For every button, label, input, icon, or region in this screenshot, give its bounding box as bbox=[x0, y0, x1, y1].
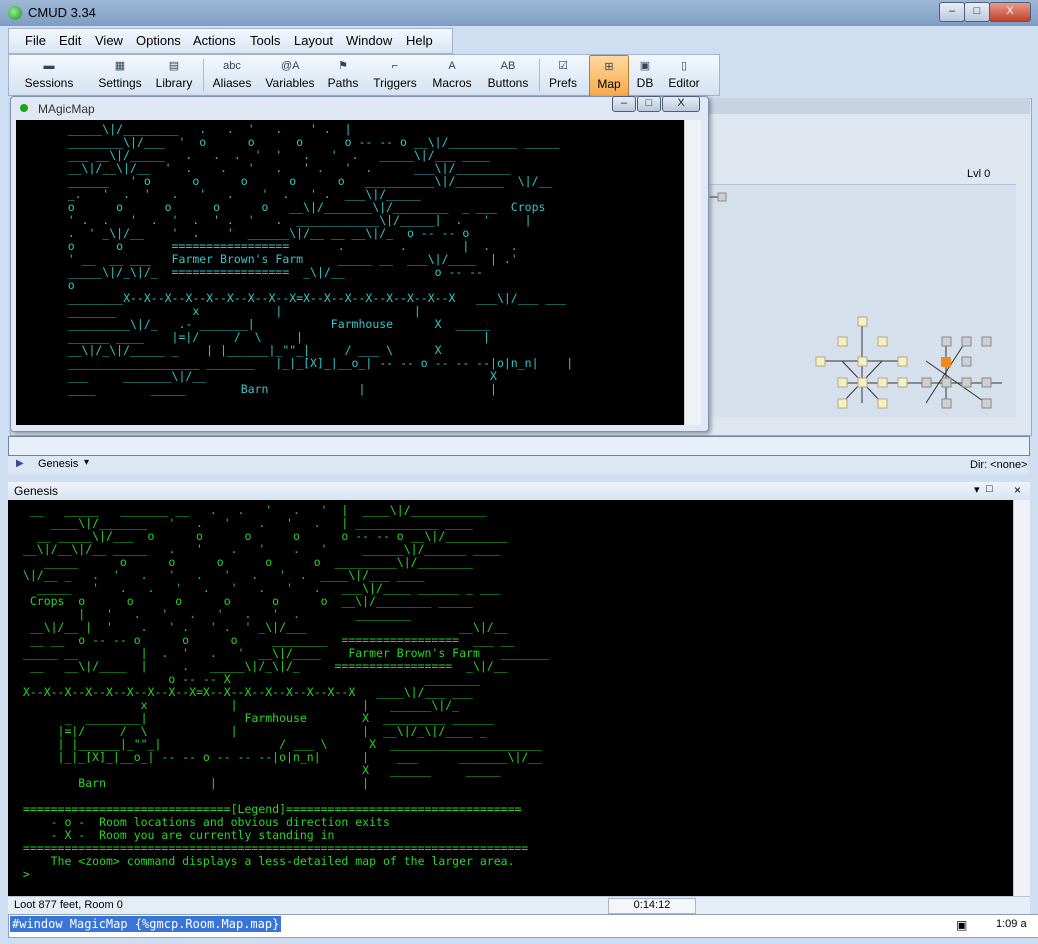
chevron-down-icon[interactable]: ▾ bbox=[974, 483, 980, 496]
menu-layout[interactable]: Layout bbox=[294, 33, 333, 48]
settings-icon: ▦ bbox=[114, 60, 126, 72]
close-icon[interactable]: × bbox=[1014, 483, 1021, 497]
current-room-marker bbox=[941, 357, 951, 367]
close-button[interactable]: X bbox=[989, 2, 1031, 22]
menu-file[interactable]: File bbox=[25, 33, 46, 48]
minimize-button[interactable]: – bbox=[939, 2, 965, 22]
clock-text: 1:09 a bbox=[996, 918, 1027, 930]
magicmap-scrollbar[interactable] bbox=[684, 120, 701, 425]
toolbar: ▬ Sessions ▦ Settings ▤ Library abc Aliases … bbox=[8, 54, 720, 97]
menu-view[interactable]: View bbox=[95, 33, 123, 48]
genesis-tab-label: Genesis bbox=[14, 484, 59, 498]
folder-icon: ▬ bbox=[43, 60, 55, 72]
command-strip[interactable] bbox=[8, 436, 1030, 456]
magicmap-close-button[interactable]: X bbox=[662, 96, 700, 112]
menu-help[interactable]: Help bbox=[406, 33, 433, 48]
menu-actions[interactable]: Actions bbox=[193, 33, 236, 48]
chevron-down-icon[interactable]: ▾ bbox=[84, 457, 89, 468]
genesis-scrollbar[interactable] bbox=[1013, 500, 1030, 896]
menu-window[interactable]: Window bbox=[346, 33, 392, 48]
macros-icon: A bbox=[448, 60, 456, 72]
network-icon: ▣ bbox=[956, 918, 968, 932]
level-indicator: Lvl 0 bbox=[967, 168, 991, 180]
genesis-terminal: __ _____ _______ __ . . ' . ' | ____\|/_… bbox=[8, 500, 1013, 896]
direction-readout: Dir: <none> bbox=[970, 459, 1028, 471]
map-rooms bbox=[710, 192, 1002, 409]
prefs-icon: ☑ bbox=[558, 60, 568, 72]
buttons-button[interactable]: AB Buttons bbox=[481, 55, 535, 95]
map-button[interactable]: ⊞ Map bbox=[589, 55, 629, 97]
variables-icon: @A bbox=[281, 60, 300, 72]
menu-bar: File Edit View Options Actions Tools Lay… bbox=[8, 28, 453, 54]
expand-arrow-icon[interactable]: ▶ bbox=[16, 458, 24, 469]
app-icon bbox=[8, 6, 22, 20]
aliases-button[interactable]: abc Aliases bbox=[207, 55, 257, 95]
buttons-icon: AB bbox=[500, 60, 516, 72]
map-canvas[interactable] bbox=[710, 184, 1016, 417]
editor-button[interactable]: ▯ Editor bbox=[663, 55, 705, 95]
variables-button[interactable]: @A Variables bbox=[260, 55, 320, 95]
session-bar: ▶ Genesis ▾ bbox=[8, 456, 1028, 474]
editor-icon: ▯ bbox=[680, 60, 688, 72]
genesis-tab[interactable]: Genesis ▾ □ × bbox=[8, 482, 1030, 501]
library-icon: ▤ bbox=[168, 60, 180, 72]
sessions-button[interactable]: ▬ Sessions bbox=[15, 55, 83, 95]
triggers-button[interactable]: ⌐ Triggers bbox=[367, 55, 423, 95]
session-timer: 0:14:12 bbox=[608, 898, 696, 914]
genesis-output: __ _____ _______ __ . . ' . ' | ____\|/_… bbox=[22, 503, 550, 881]
maximize-button[interactable]: □ bbox=[964, 2, 990, 22]
map-icon: ⊞ bbox=[604, 61, 614, 73]
magicmap-title: MAgicMap bbox=[38, 102, 95, 116]
db-icon: ▣ bbox=[639, 60, 651, 72]
magicmap-maximize-button[interactable]: □ bbox=[637, 96, 661, 112]
menu-edit[interactable]: Edit bbox=[59, 33, 81, 48]
library-button[interactable]: ▤ Library bbox=[149, 55, 199, 95]
magicmap-minimize-button[interactable]: – bbox=[612, 96, 636, 112]
paths-icon: ⚑ bbox=[338, 60, 348, 72]
macros-button[interactable]: A Macros bbox=[427, 55, 477, 95]
mapper-header bbox=[700, 98, 1030, 114]
window-status-icon bbox=[20, 104, 28, 112]
app-title: CMUD 3.34 bbox=[28, 5, 96, 20]
prefs-button[interactable]: ☑ Prefs bbox=[543, 55, 583, 95]
restore-icon[interactable]: □ bbox=[986, 483, 993, 495]
db-button[interactable]: ▣ DB bbox=[631, 55, 659, 95]
status-bar: Loot 877 feet, Room 0 0:14:12 bbox=[8, 896, 1030, 915]
title-bar bbox=[0, 0, 1038, 26]
menu-tools[interactable]: Tools bbox=[250, 33, 280, 48]
aliases-icon: abc bbox=[223, 60, 241, 72]
magicmap-ascii-map: _____\|/________ . . ' . ' . | ________\… bbox=[67, 122, 574, 396]
command-input-text[interactable]: #window MagicMap {%gmcp.Room.Map.map} bbox=[10, 916, 282, 932]
paths-button[interactable]: ⚑ Paths bbox=[323, 55, 363, 95]
magicmap-terminal: _____\|/________ . . ' . ' . | ________\… bbox=[16, 120, 684, 425]
profile-dropdown[interactable]: Genesis bbox=[38, 458, 78, 470]
settings-button[interactable]: ▦ Settings bbox=[93, 55, 147, 95]
menu-options[interactable]: Options bbox=[136, 33, 181, 48]
triggers-icon: ⌐ bbox=[391, 60, 399, 72]
status-location: Loot 877 feet, Room 0 bbox=[14, 899, 123, 911]
